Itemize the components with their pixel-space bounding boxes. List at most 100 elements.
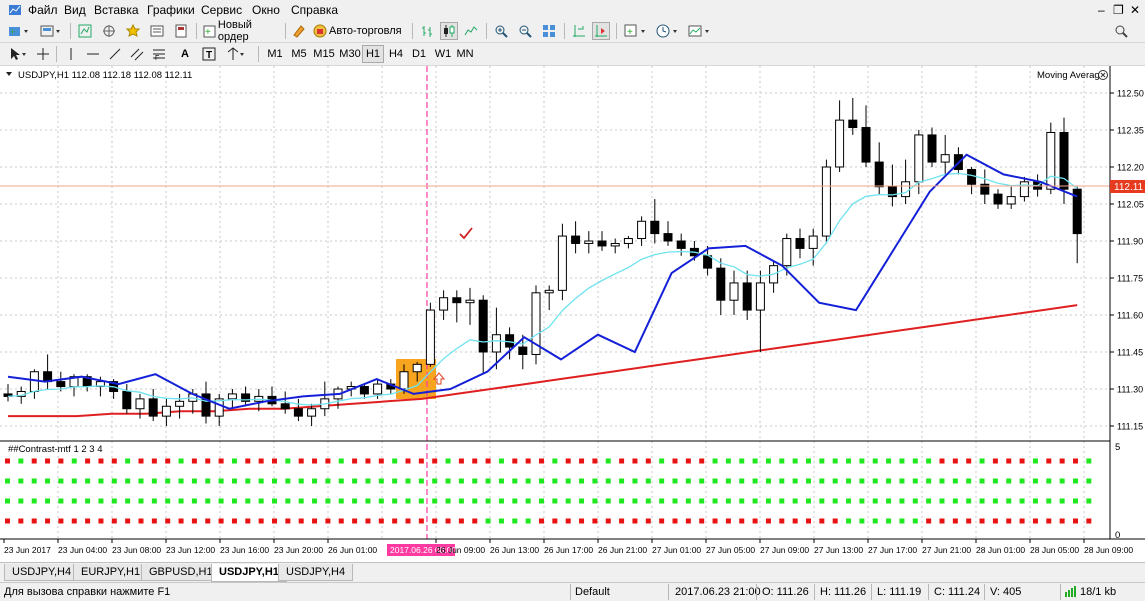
bull-candle (940, 154, 950, 163)
signal-dot-green (699, 478, 705, 484)
text-label-icon[interactable]: T (200, 45, 218, 63)
tf-mn[interactable]: MN (454, 45, 476, 63)
restore-icon[interactable]: ❐ (1113, 3, 1124, 17)
menu-file[interactable]: Файл (28, 3, 58, 17)
signal-dot-green (632, 478, 638, 484)
tf-h1[interactable]: H1 (362, 45, 384, 63)
signal-dot-red (939, 458, 945, 464)
status-profile: Default (575, 586, 610, 598)
tile-windows-icon[interactable] (540, 22, 558, 40)
signal-dot-green (405, 498, 411, 504)
text-tool-icon[interactable]: A (176, 45, 194, 63)
signal-dot-red (258, 458, 264, 464)
signal-dot-green (752, 458, 758, 464)
zoom-in-icon[interactable] (492, 22, 510, 40)
signal-dot-red (579, 458, 585, 464)
market-watch-icon[interactable] (76, 22, 94, 40)
status-open: O: 111.26 (762, 586, 809, 598)
menu-tools[interactable]: Сервис (201, 3, 242, 17)
tab-eurjpy-h1[interactable]: EURJPY,H1 (73, 564, 149, 581)
signal-dot-green (912, 518, 918, 524)
chart-menu-icon[interactable] (6, 72, 12, 76)
tf-m30[interactable]: M30 (337, 45, 363, 63)
signal-dot-green (605, 458, 611, 464)
signal-dot-green (418, 478, 424, 484)
tab-gbpusd-h1[interactable]: GBPUSD,H1 (141, 564, 221, 581)
menu-window[interactable]: Окно (252, 3, 280, 17)
signal-dot-green (846, 478, 852, 484)
arrows-icon[interactable] (224, 45, 248, 63)
signal-dot-red (338, 518, 344, 524)
navigator-icon[interactable] (124, 22, 142, 40)
line-chart-icon[interactable] (462, 22, 480, 40)
tf-w1[interactable]: W1 (432, 45, 454, 63)
tab-usdjpy-h4[interactable]: USDJPY,H4 (4, 564, 80, 581)
tf-m1[interactable]: M1 (264, 45, 286, 63)
zoom-out-icon[interactable] (516, 22, 534, 40)
tf-d1[interactable]: D1 (408, 45, 430, 63)
new-order-button[interactable]: + Новый ордер (202, 19, 282, 43)
signal-dot-green (552, 458, 558, 464)
chart-shift-icon[interactable] (570, 22, 588, 40)
signal-dot-red (458, 458, 464, 464)
cursor-icon[interactable] (6, 45, 30, 63)
minimize-icon[interactable]: – (1098, 3, 1105, 17)
terminal-icon[interactable] (148, 22, 166, 40)
signal-dot-green (912, 498, 918, 504)
data-window-icon[interactable] (100, 22, 118, 40)
app-icon[interactable] (8, 3, 22, 20)
bull-candle (425, 309, 435, 365)
tab-usdjpy-h1[interactable]: USDJPY,H1 (211, 564, 287, 582)
time-label: 27 Jun 21:00 (922, 545, 971, 555)
autoscroll-icon[interactable] (592, 22, 610, 40)
tf-m5[interactable]: M5 (288, 45, 310, 63)
signal-dot-green (685, 498, 691, 504)
vertical-line-icon[interactable] (62, 45, 80, 63)
time-label: 27 Jun 05:00 (706, 545, 755, 555)
signal-dot-green (5, 478, 10, 484)
profiles-button[interactable] (38, 22, 66, 40)
indicators-icon[interactable]: + (622, 22, 652, 40)
signal-dot-green (699, 498, 705, 504)
menu-charts[interactable]: Графики (147, 3, 195, 17)
price-label: 112.35 (1117, 126, 1144, 136)
signal-dot-green (178, 498, 184, 504)
close-icon[interactable]: ✕ (1130, 3, 1140, 17)
autotrading-button[interactable]: Авто-торговля (312, 22, 404, 40)
signal-dot-green (472, 498, 478, 504)
strategy-tester-icon[interactable] (172, 22, 190, 40)
menu-insert[interactable]: Вставка (94, 3, 139, 17)
new-chart-button[interactable]: + (6, 22, 34, 40)
signal-dot-green (939, 478, 945, 484)
menu-help[interactable]: Справка (291, 3, 338, 17)
signal-dot-red (45, 518, 51, 524)
signal-dot-green (539, 478, 544, 484)
chart-canvas[interactable]: 112.50 112.35 112.20 112.05 111.90 111.75 111.… (0, 66, 1145, 562)
templates-icon[interactable] (686, 22, 716, 40)
metaeditor-icon[interactable] (290, 22, 308, 40)
trendline-icon[interactable] (106, 45, 124, 63)
tab-usdjpy-h4-2[interactable]: USDJPY,H4 (278, 564, 354, 581)
search-icon[interactable] (1112, 22, 1130, 40)
signal-dot-red (378, 458, 384, 464)
signal-dot-green (992, 478, 998, 484)
tf-m15[interactable]: M15 (311, 45, 337, 63)
signal-dot-red (138, 518, 144, 524)
signal-dot-red (485, 458, 491, 464)
signal-dot-red (645, 518, 651, 524)
chart-window[interactable]: 112.50 112.35 112.20 112.05 111.90 111.75 111.… (0, 66, 1145, 562)
signal-dot-red (325, 458, 331, 464)
signal-dot-green (525, 498, 531, 504)
equidistant-channel-icon[interactable] (128, 45, 146, 63)
bar-chart-icon[interactable] (418, 22, 436, 40)
fibonacci-icon[interactable]: F (150, 45, 168, 63)
menu-view[interactable]: Вид (64, 3, 86, 17)
candlestick-icon[interactable] (440, 22, 458, 40)
crosshair-icon[interactable] (34, 45, 52, 63)
periods-icon[interactable] (654, 22, 684, 40)
bull-candle (161, 405, 171, 417)
bull-candle (544, 289, 554, 294)
tf-h4[interactable]: H4 (385, 45, 407, 63)
signal-dot-red (1006, 458, 1012, 464)
horizontal-line-icon[interactable] (84, 45, 102, 63)
